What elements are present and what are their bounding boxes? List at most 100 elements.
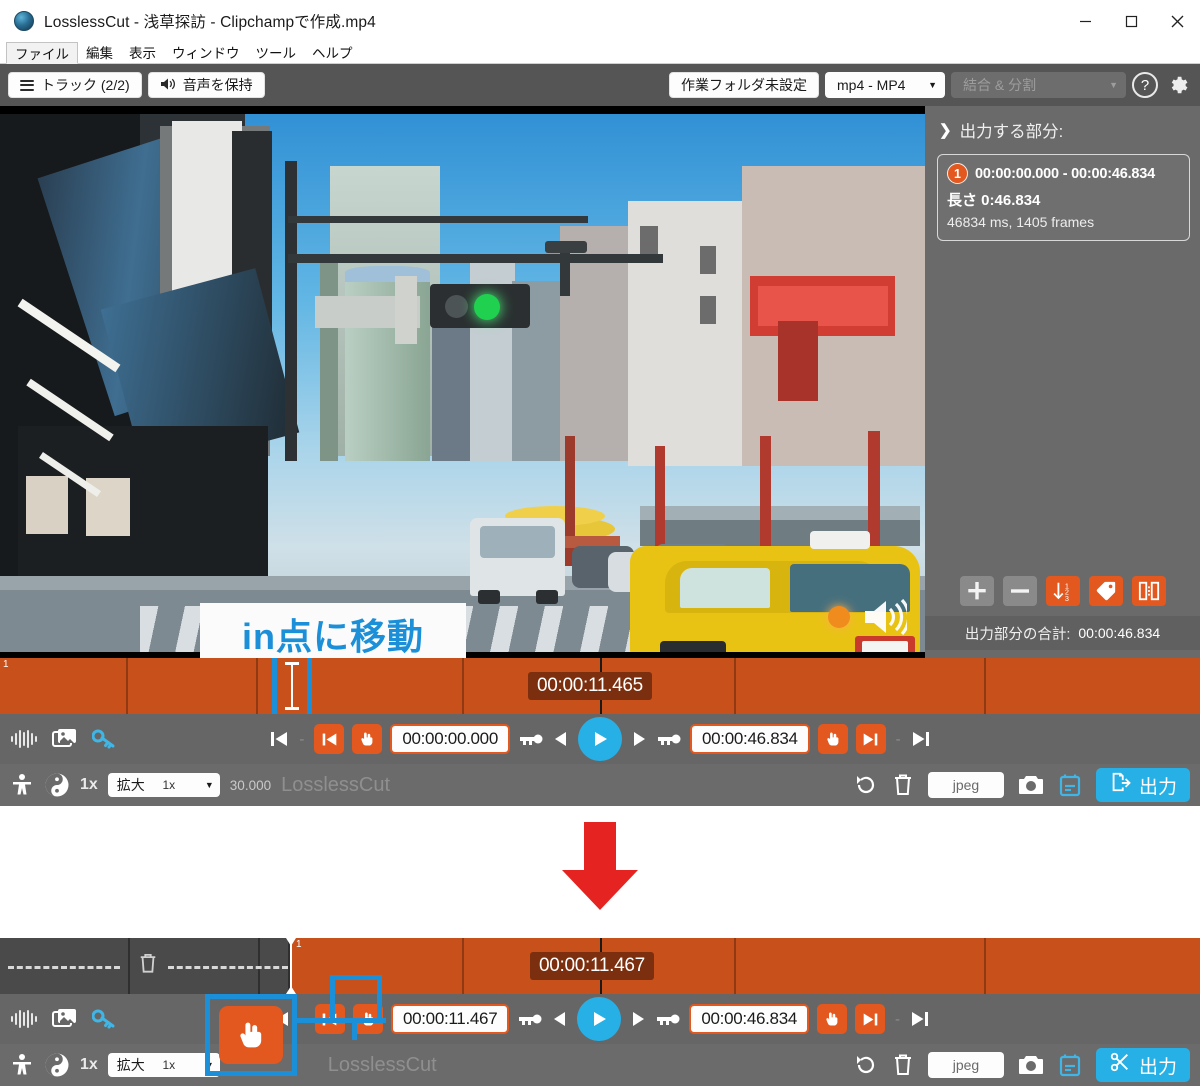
camera-icon[interactable] — [1018, 774, 1044, 796]
thumbnails-icon[interactable] — [52, 728, 78, 750]
speaker-icon — [160, 77, 176, 94]
chevron-down-icon: ▼ — [928, 80, 937, 90]
callout-label: in点に移動 — [242, 616, 424, 657]
volume-icon[interactable] — [863, 598, 911, 640]
timeline-bottom-segment-index: 1 — [296, 939, 302, 950]
play-icon-2[interactable] — [577, 997, 622, 1041]
scissors-icon — [1109, 1051, 1131, 1079]
goto-out-icon[interactable] — [817, 724, 848, 754]
goto-out-icon-2[interactable] — [817, 1004, 848, 1034]
playback-rate[interactable]: 1x — [80, 776, 98, 794]
sort-segments-icon[interactable]: 1 2 3 — [1045, 576, 1080, 606]
yinyang-icon[interactable] — [44, 772, 70, 798]
segment-card[interactable]: 1 00:00:00.000 - 00:00:46.834 長さ 0:46.83… — [937, 154, 1190, 241]
add-segment-icon[interactable] — [959, 576, 994, 606]
timeline-cursor-highlight — [272, 658, 312, 714]
calendar-icon[interactable] — [1058, 773, 1082, 797]
remove-segment-icon[interactable] — [1002, 576, 1037, 606]
keep-audio-button[interactable]: 音声を保持 — [147, 72, 265, 98]
timeline-top-segment-index: 1 — [3, 659, 9, 670]
export-button-2[interactable]: 出力 — [1095, 1048, 1190, 1082]
set-out-icon-2[interactable] — [855, 1004, 886, 1034]
menu-item-view[interactable]: 表示 — [121, 42, 164, 63]
controlbar-bottom: - 00:00:11.467 00:00:46.834 — [0, 994, 1200, 1044]
key-out-icon-2[interactable] — [655, 1011, 681, 1027]
key-out-icon[interactable] — [656, 731, 682, 747]
trash-icon[interactable] — [892, 773, 914, 797]
split-segment-icon[interactable] — [1131, 576, 1166, 606]
timeline-top[interactable]: 1 00:00:11.465 — [0, 658, 1200, 714]
segments-panel-title: 出力する部分: — [959, 123, 1064, 141]
segments-total: 出力部分の合計: 00:00:46.834 — [925, 616, 1200, 650]
working-folder-button[interactable]: 作業フォルダ未設定 — [669, 72, 819, 98]
child-icon[interactable] — [10, 773, 34, 797]
key-in-icon[interactable] — [518, 731, 544, 747]
close-button[interactable] — [1154, 0, 1200, 42]
segments-panel-header[interactable]: ❯ 出力する部分: — [925, 106, 1200, 148]
settings-button[interactable] — [1164, 71, 1192, 99]
controlbar-top-dash: - — [299, 730, 305, 748]
trash-icon-2[interactable] — [892, 1053, 914, 1077]
play-icon[interactable] — [578, 717, 622, 761]
menu-item-window[interactable]: ウィンドウ — [164, 42, 248, 63]
controlbar-top-dash2: - — [895, 730, 901, 748]
segments-total-label: 出力部分の合計: — [964, 626, 1071, 643]
timeline-bottom[interactable]: 1 00:00:11.467 — [0, 938, 1200, 994]
yinyang-icon-2[interactable] — [44, 1052, 70, 1078]
bottombar-bottom-right: jpeg 出力 — [854, 1048, 1190, 1082]
zoom-select[interactable]: 拡大 1x ▼ — [107, 773, 220, 797]
calendar-icon-2[interactable] — [1058, 1053, 1082, 1077]
set-in-icon[interactable] — [314, 724, 345, 754]
menu-item-edit[interactable]: 編集 — [78, 42, 121, 63]
out-time-field-2[interactable]: 00:00:46.834 — [689, 1004, 810, 1034]
menu-item-tools[interactable]: ツール — [248, 42, 305, 63]
jump-end-icon-2[interactable] — [910, 1009, 930, 1029]
thumbnails-icon-2[interactable] — [52, 1008, 78, 1030]
video-preview[interactable]: in点に移動 — [0, 106, 925, 658]
merge-split-select[interactable]: 結合 & 分割 ▼ — [951, 72, 1126, 98]
set-out-icon[interactable] — [855, 724, 886, 754]
merge-split-label: 結合 & 分割 — [963, 77, 1037, 93]
output-format-select[interactable]: mp4 - MP4 ▼ — [825, 72, 945, 98]
zoom-select-2[interactable]: 拡大 1x ▼ — [107, 1053, 220, 1077]
menu-item-help[interactable]: ヘルプ — [304, 42, 361, 63]
rotate-icon[interactable] — [854, 773, 878, 797]
brand-watermark-2: LosslessCut — [327, 1053, 437, 1076]
jump-start-icon[interactable] — [269, 729, 289, 749]
waveform-icon-2[interactable] — [10, 1009, 38, 1029]
window-controls — [1062, 0, 1200, 42]
key-icon-2[interactable] — [92, 1008, 116, 1030]
jump-end-icon[interactable] — [911, 729, 931, 749]
goto-in-big-button[interactable] — [219, 1006, 283, 1064]
help-button[interactable]: ? — [1132, 72, 1158, 98]
rotate-icon-2[interactable] — [854, 1053, 878, 1077]
child-icon-2[interactable] — [10, 1053, 34, 1077]
capture-format-field-2[interactable]: jpeg — [927, 1052, 1004, 1078]
key-icon[interactable] — [92, 728, 116, 750]
waveform-icon[interactable] — [10, 729, 38, 749]
in-time-field[interactable]: 00:00:00.000 — [390, 724, 510, 754]
key-in-icon-2[interactable] — [517, 1011, 543, 1027]
capture-format-field[interactable]: jpeg — [927, 772, 1004, 798]
out-time-field[interactable]: 00:00:46.834 — [690, 724, 810, 754]
zoom-select-value: 1x — [162, 778, 176, 792]
step-forward-icon-2[interactable] — [629, 1010, 647, 1028]
tracks-button[interactable]: トラック (2/2) — [8, 72, 142, 98]
menu-item-file[interactable]: ファイル — [6, 42, 78, 64]
camera-icon-2[interactable] — [1018, 1054, 1044, 1076]
step-forward-icon[interactable] — [630, 730, 648, 748]
transition-gap — [0, 806, 1200, 938]
minimize-button[interactable] — [1062, 0, 1108, 42]
step-back-icon[interactable] — [552, 730, 570, 748]
in-time-field-2[interactable]: 00:00:11.467 — [390, 1004, 510, 1034]
highlight-connector-h — [292, 1018, 386, 1023]
step-back-icon-2[interactable] — [551, 1010, 569, 1028]
playback-rate-2[interactable]: 1x — [80, 1056, 98, 1074]
export-label-2: 出力 — [1138, 1056, 1177, 1078]
export-button[interactable]: 出力 — [1095, 768, 1190, 802]
maximize-button[interactable] — [1108, 0, 1154, 42]
hamburger-icon — [20, 77, 34, 93]
label-segment-icon[interactable] — [1088, 576, 1123, 606]
bottombar-top: 1x 拡大 1x ▼ 30.000 LosslessCut jpeg 出力 — [0, 764, 1200, 806]
goto-in-icon[interactable] — [352, 724, 383, 754]
